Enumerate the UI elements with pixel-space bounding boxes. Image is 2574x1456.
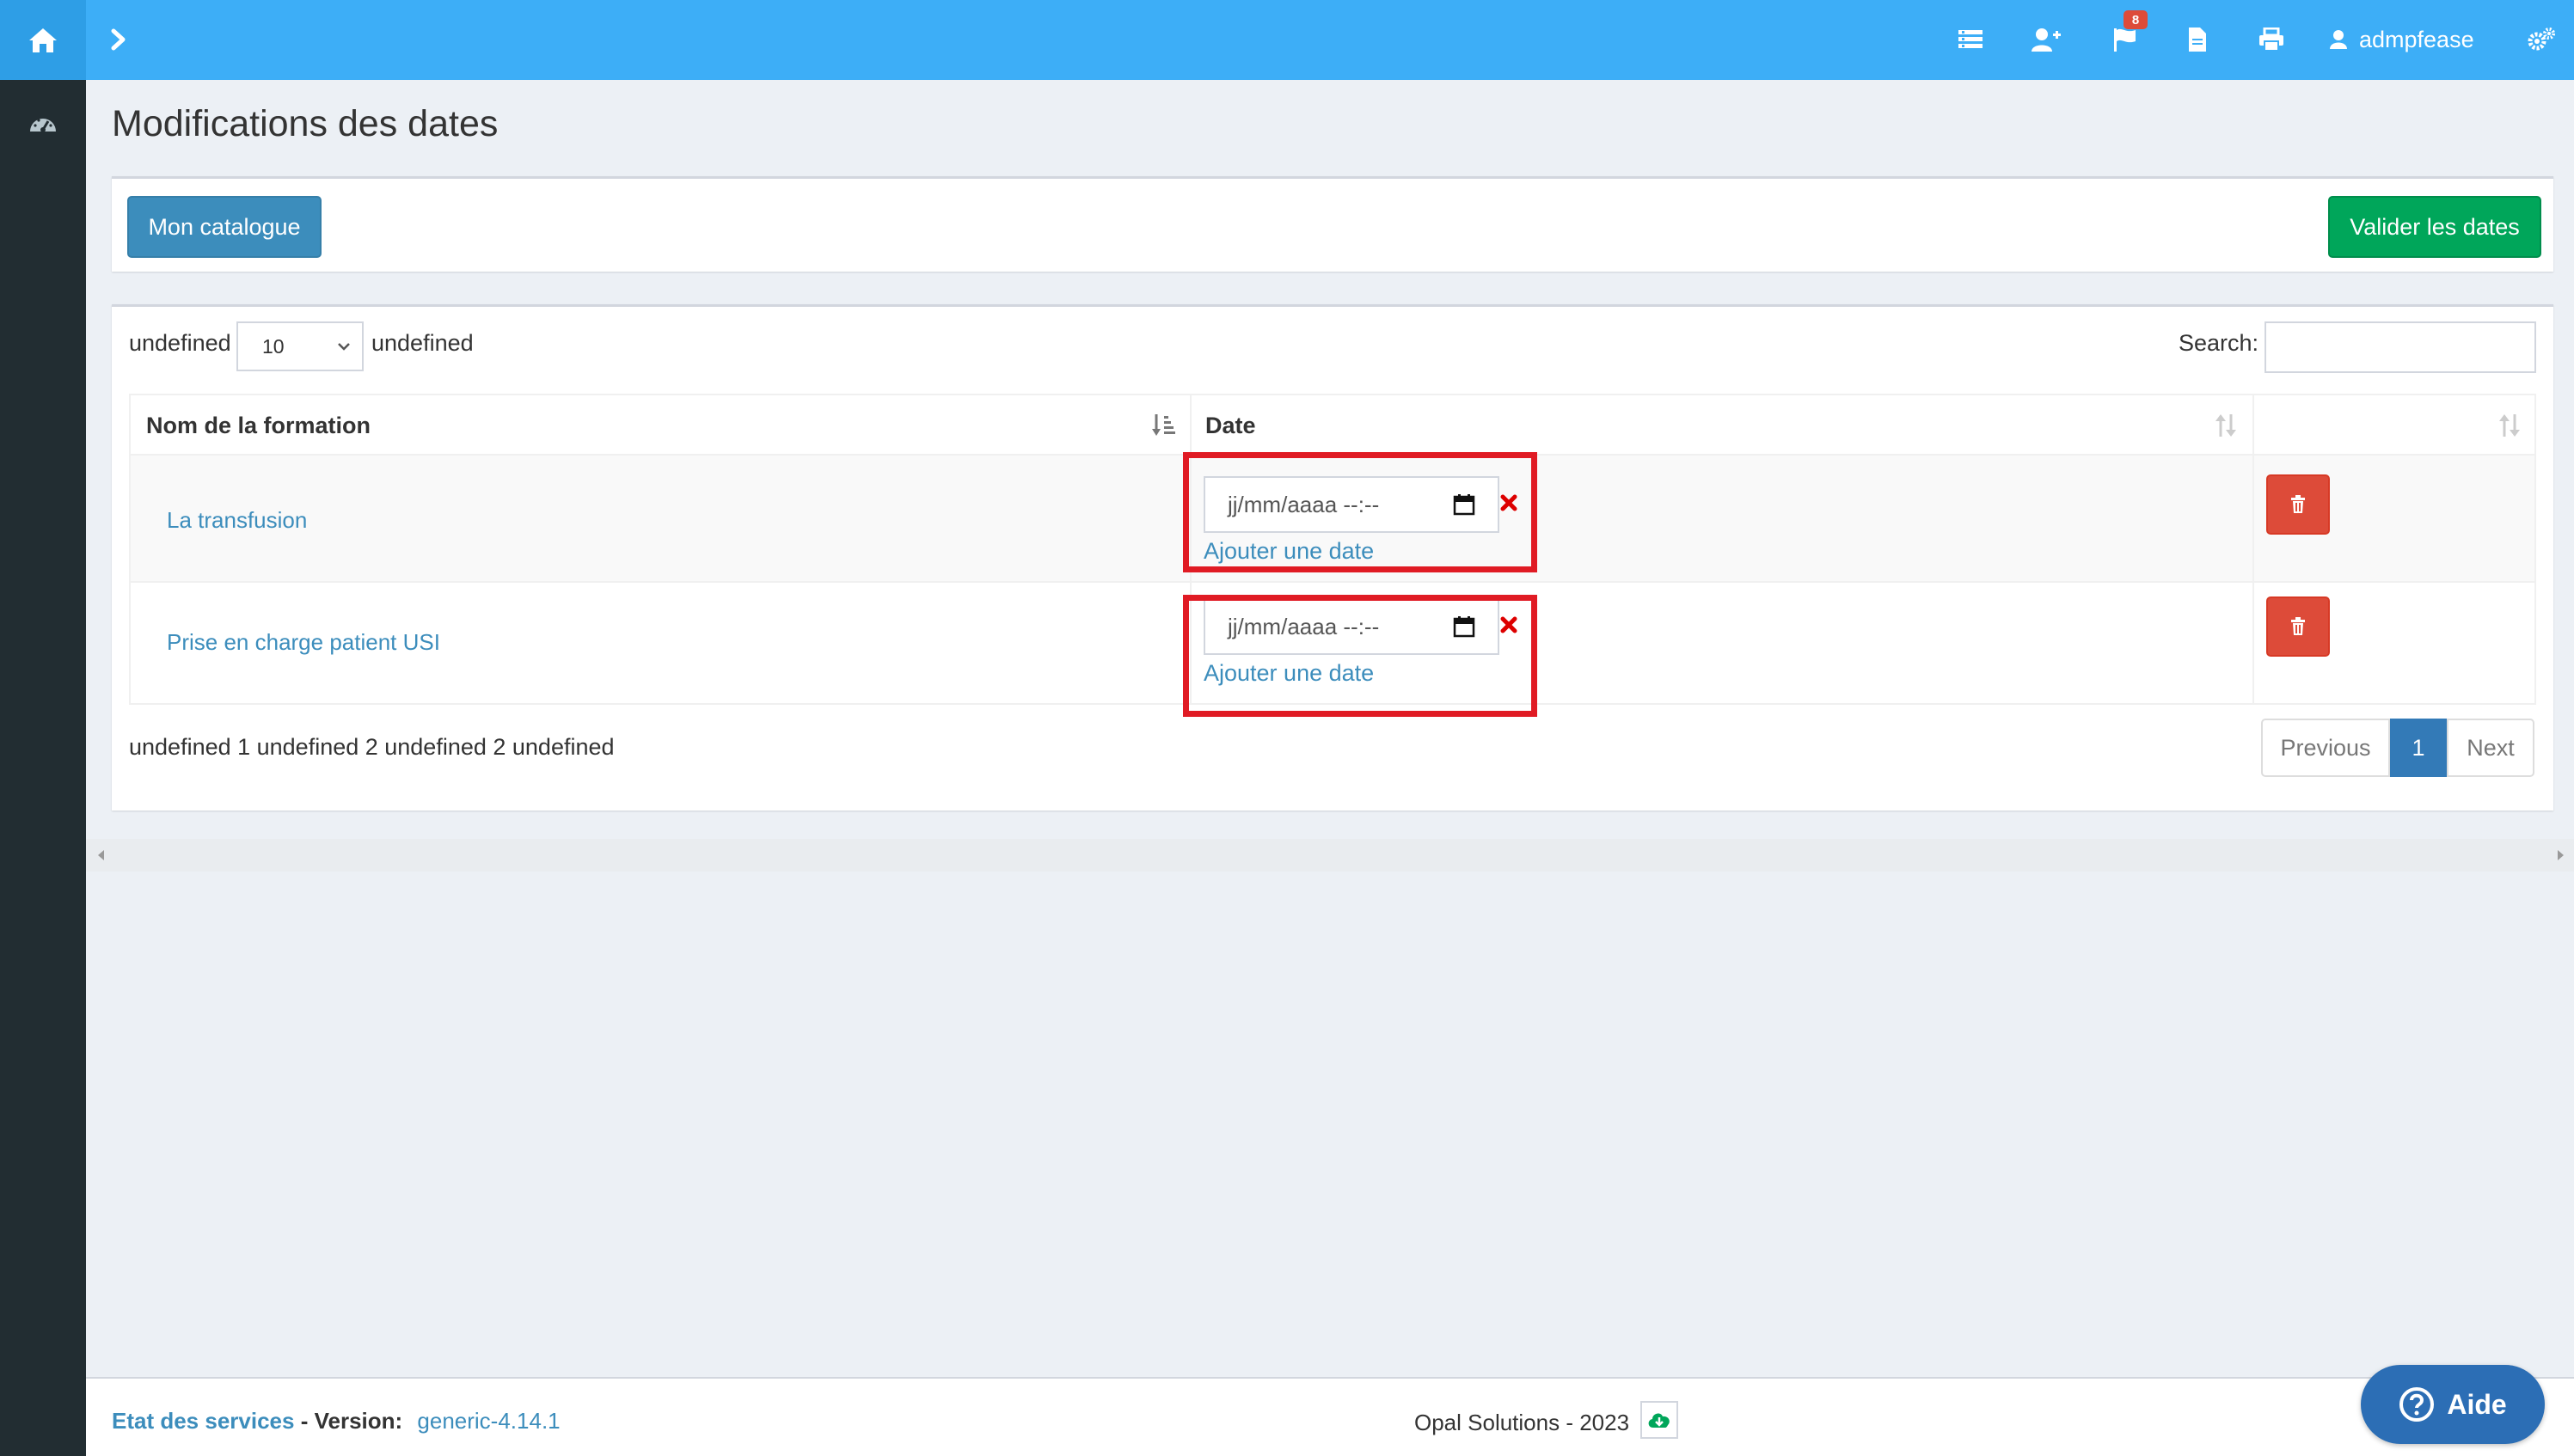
cloud-download-icon xyxy=(1648,1413,1670,1428)
footer-separator: - xyxy=(294,1408,315,1434)
sidebar-toggle-button[interactable] xyxy=(101,22,136,57)
horizontal-scrollbar[interactable] xyxy=(86,839,2574,872)
highlight-box xyxy=(1183,595,1537,717)
next-page-button[interactable]: Next xyxy=(2447,719,2534,777)
help-button[interactable]: Aide xyxy=(2361,1365,2545,1444)
scroll-left-icon[interactable] xyxy=(96,849,107,861)
search-input[interactable] xyxy=(2265,321,2536,373)
sort-amount-asc-icon xyxy=(1152,414,1175,436)
actions-box: Mon catalogue Valider les dates xyxy=(112,176,2553,272)
sort-icon xyxy=(2215,414,2236,437)
version-value[interactable]: generic-4.14.1 xyxy=(417,1408,560,1434)
dashboard-icon xyxy=(30,119,56,132)
table-info: undefined 1 undefined 2 undefined 2 unde… xyxy=(129,734,615,760)
validate-dates-button[interactable]: Valider les dates xyxy=(2328,196,2541,258)
trash-icon xyxy=(2291,617,2305,635)
version-label: Version: xyxy=(314,1408,403,1434)
delete-row-button[interactable] xyxy=(2266,474,2330,535)
catalogue-button[interactable]: Mon catalogue xyxy=(127,196,322,258)
document-button[interactable] xyxy=(2179,21,2216,58)
top-navbar: 8 admpfease xyxy=(0,0,2574,80)
settings-button[interactable] xyxy=(2522,21,2560,58)
highlight-box xyxy=(1183,452,1537,572)
service-status-link[interactable]: Etat des services xyxy=(112,1408,294,1434)
page-1-button[interactable]: 1 xyxy=(2390,719,2447,777)
file-icon xyxy=(2189,28,2206,52)
column-header-formation[interactable]: Nom de la formation xyxy=(146,413,371,439)
list-icon xyxy=(1958,30,1983,48)
print-button[interactable] xyxy=(2252,21,2290,58)
footer: Etat des services - Version: generic-4.1… xyxy=(86,1377,2574,1456)
sort-button-date[interactable] xyxy=(2211,411,2240,440)
cogs-icon xyxy=(2528,28,2555,51)
column-divider xyxy=(1190,395,1192,454)
flag-count-badge: 8 xyxy=(2124,10,2148,29)
sidebar xyxy=(0,80,86,1456)
column-divider xyxy=(2252,395,2254,454)
user-plus-icon xyxy=(2032,28,2061,52)
footer-left: Etat des services - Version: generic-4.1… xyxy=(112,1408,561,1435)
formation-link[interactable]: La transfusion xyxy=(167,507,307,534)
delete-row-button[interactable] xyxy=(2266,596,2330,657)
user-icon xyxy=(2330,30,2347,49)
user-menu[interactable]: admpfease xyxy=(2330,21,2474,58)
add-user-button[interactable] xyxy=(2027,21,2065,58)
page-length-select[interactable]: 10 xyxy=(236,321,364,371)
list-button[interactable] xyxy=(1952,21,1989,58)
chevron-right-icon xyxy=(111,28,126,51)
sort-button-formation[interactable] xyxy=(1149,411,1178,440)
page-title: Modifications des dates xyxy=(112,103,499,144)
flag-icon xyxy=(2114,28,2136,52)
print-icon xyxy=(2259,28,2283,52)
home-button[interactable] xyxy=(0,0,86,80)
scroll-right-icon[interactable] xyxy=(2555,849,2565,861)
user-name: admpfease xyxy=(2359,26,2474,52)
home-icon xyxy=(29,28,57,52)
sort-icon xyxy=(2499,414,2520,437)
flags-button[interactable]: 8 xyxy=(2106,10,2148,58)
help-button-label: Aide xyxy=(2447,1388,2507,1420)
chevron-down-icon xyxy=(338,343,350,351)
length-suffix-label: undefined xyxy=(371,330,474,356)
search-label: Search: xyxy=(2179,330,2259,356)
previous-page-button[interactable]: Previous xyxy=(2261,719,2390,777)
pagination: Previous 1 Next xyxy=(2261,719,2534,777)
formation-link[interactable]: Prise en charge patient USI xyxy=(167,629,440,656)
length-prefix-label: undefined xyxy=(129,330,231,356)
column-header-date[interactable]: Date xyxy=(1205,413,1256,439)
sidebar-item-dashboard[interactable] xyxy=(26,106,60,140)
column-divider xyxy=(2252,583,2254,703)
column-divider xyxy=(2252,456,2254,581)
footer-copyright: Opal Solutions - 2023 xyxy=(1414,1410,1630,1435)
page-length-value: 10 xyxy=(262,334,285,358)
download-button[interactable] xyxy=(1640,1401,1678,1439)
question-circle-icon xyxy=(2399,1387,2435,1422)
sort-button-actions[interactable] xyxy=(2495,411,2524,440)
table-header: Nom de la formation Date xyxy=(129,394,2536,456)
trash-icon xyxy=(2291,495,2305,513)
